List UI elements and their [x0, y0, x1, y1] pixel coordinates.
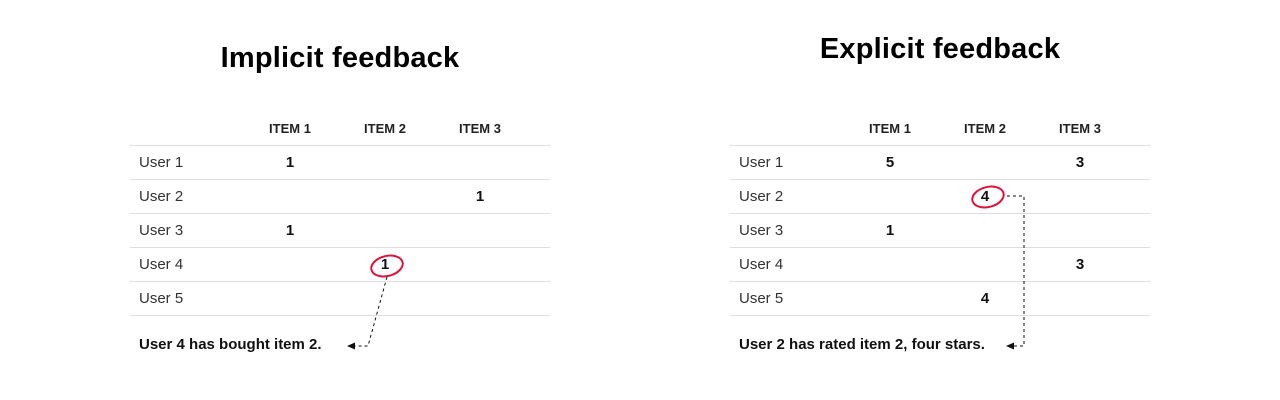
connector-line: [354, 276, 388, 347]
explicit-feedback-panel: Explicit feedback ITEM 1 ITEM 2 ITEM 3 U…: [730, 0, 1150, 400]
highlight-ellipse: [971, 185, 1005, 209]
highlight-annotation: [971, 185, 1025, 350]
highlight-ellipse: [370, 254, 404, 278]
arrowhead-icon: [347, 342, 355, 350]
connector-line: [1007, 195, 1025, 347]
implicit-feedback-panel: Implicit feedback ITEM 1 ITEM 2 ITEM 3 U…: [130, 0, 550, 400]
highlight-annotation: [347, 254, 404, 350]
arrowhead-icon: [1006, 342, 1014, 350]
